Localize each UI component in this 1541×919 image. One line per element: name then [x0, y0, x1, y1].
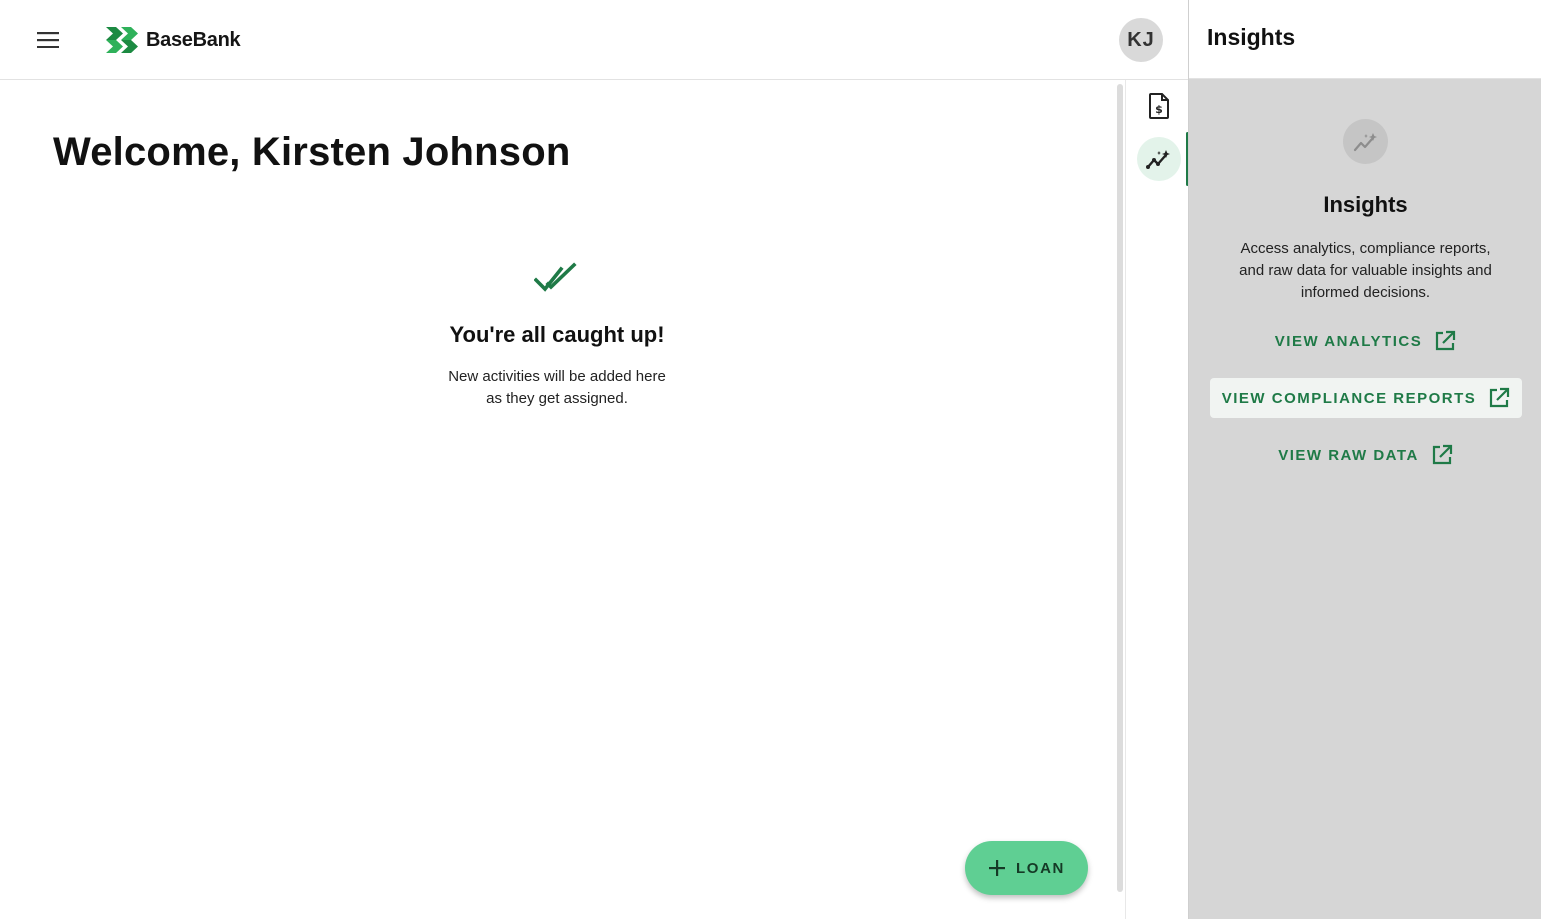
add-loan-button[interactable]: LOAN: [965, 841, 1088, 895]
empty-state-text: New activities will be added here as the…: [448, 368, 666, 407]
panel-header: Insights: [1189, 0, 1541, 79]
panel-header-title: Insights: [1207, 24, 1296, 50]
side-icon-rail: $: [1125, 80, 1189, 919]
view-raw-data-label: VIEW RAW DATA: [1278, 446, 1419, 464]
panel-title: Insights: [1323, 192, 1408, 217]
plus-icon: [989, 860, 1006, 876]
external-link-icon: [1490, 387, 1510, 408]
insights-sparkle-icon: [1353, 132, 1377, 151]
view-analytics-link[interactable]: VIEW ANALYTICS: [1249, 324, 1482, 358]
panel-description: Access analytics, compliance reports, an…: [1239, 240, 1492, 301]
basebank-logo-icon: [106, 27, 138, 53]
view-raw-data-link[interactable]: VIEW RAW DATA: [1251, 438, 1480, 472]
rail-item-documents[interactable]: $: [1137, 84, 1181, 128]
brand-name: BaseBank: [146, 28, 241, 51]
hamburger-menu-button[interactable]: [30, 24, 66, 56]
external-link-icon: [1436, 330, 1456, 351]
user-avatar[interactable]: KJ: [1119, 18, 1163, 62]
insights-badge: [1343, 119, 1388, 164]
top-app-bar: BaseBank KJ: [0, 0, 1188, 80]
brand-logo[interactable]: BaseBank: [106, 27, 241, 53]
empty-state-title: You're all caught up!: [449, 322, 665, 347]
menu-icon: [37, 32, 59, 48]
empty-state: You're all caught up! New activities wil…: [356, 260, 758, 410]
insights-panel: Insights Insights Access analytics, comp…: [1188, 0, 1541, 919]
document-dollar-icon: $: [1149, 93, 1169, 119]
insights-sparkle-icon: [1146, 150, 1170, 169]
svg-text:$: $: [1155, 103, 1163, 116]
view-compliance-reports-label: VIEW COMPLIANCE REPORTS: [1221, 389, 1477, 407]
external-link-icon: [1432, 444, 1452, 465]
view-compliance-reports-link[interactable]: VIEW COMPLIANCE REPORTS: [1210, 378, 1522, 418]
page-title: Welcome, Kirsten Johnson: [53, 130, 571, 174]
double-check-icon: [534, 262, 577, 292]
add-loan-label: LOAN: [1016, 859, 1065, 877]
scrollbar-thumb[interactable]: [1117, 84, 1123, 892]
main-content: Welcome, Kirsten Johnson You're all caug…: [0, 80, 1116, 919]
rail-item-insights[interactable]: [1137, 137, 1181, 181]
view-analytics-label: VIEW ANALYTICS: [1274, 332, 1423, 350]
main-scrollbar[interactable]: [1116, 84, 1125, 892]
